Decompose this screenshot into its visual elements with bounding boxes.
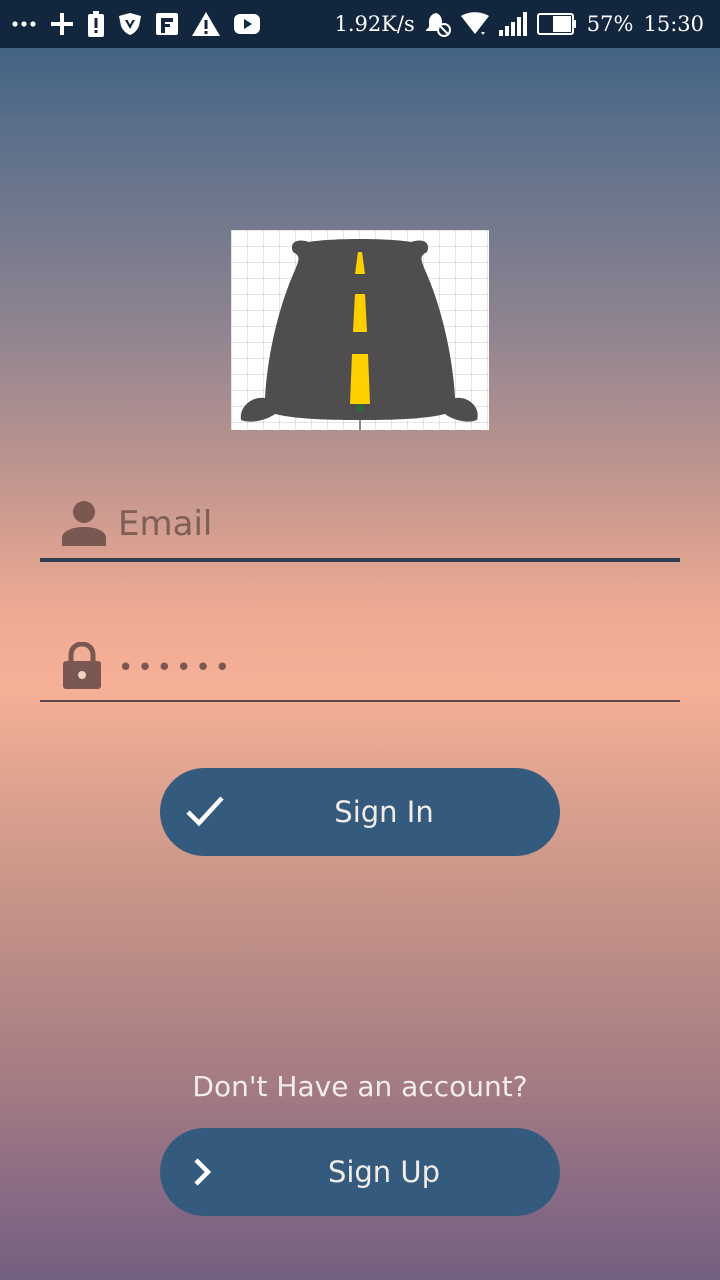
warning-icon xyxy=(192,12,220,36)
check-icon xyxy=(186,794,224,835)
app-logo xyxy=(231,230,489,430)
road-logo-icon xyxy=(231,239,489,434)
flipboard-icon xyxy=(156,13,178,35)
plus-icon xyxy=(50,12,74,36)
wifi-icon xyxy=(460,12,489,36)
status-bar: 1.92K/s 57% 15:30 xyxy=(0,0,720,48)
password-field xyxy=(40,636,680,702)
person-icon xyxy=(62,500,106,550)
notification-icons xyxy=(12,0,260,48)
chevron-right-icon xyxy=(186,1154,220,1197)
battery-percent: 57% xyxy=(586,12,634,36)
email-input[interactable] xyxy=(116,498,660,550)
lock-icon xyxy=(62,641,102,694)
net-speed: 1.92K/s xyxy=(334,12,415,36)
clock: 15:30 xyxy=(643,12,704,36)
sign-up-label: Sign Up xyxy=(327,1155,441,1189)
more-dots-icon xyxy=(12,20,36,28)
signal-icon xyxy=(498,12,527,36)
sign-up-button[interactable]: Sign Up xyxy=(160,1128,560,1216)
signup-prompt: Don't Have an account? xyxy=(192,1070,528,1103)
sign-in-label: Sign In xyxy=(334,795,434,829)
email-field xyxy=(40,490,680,562)
password-input[interactable] xyxy=(116,642,660,694)
youtube-icon xyxy=(234,14,260,34)
shield-v-icon xyxy=(118,12,142,36)
battery-alert-icon xyxy=(88,11,104,37)
sign-in-button[interactable]: Sign In xyxy=(160,768,560,856)
system-status: 1.92K/s 57% 15:30 xyxy=(334,0,704,48)
battery-icon xyxy=(536,13,577,35)
alarm-off-icon xyxy=(425,11,451,37)
